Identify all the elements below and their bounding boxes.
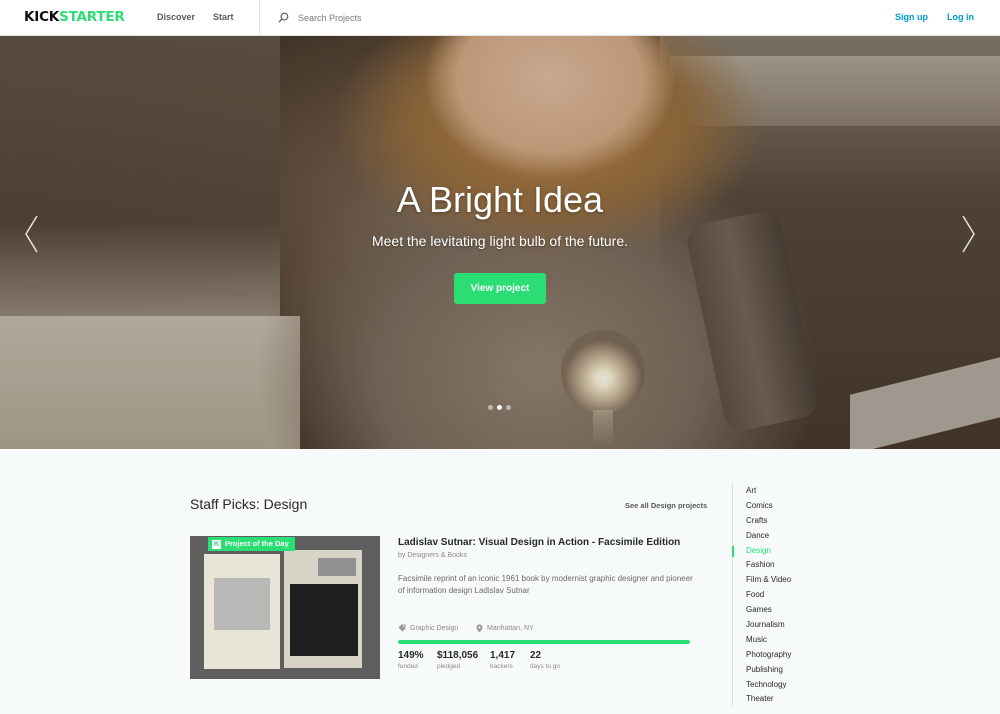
category-item-music[interactable]: Music [733,633,852,648]
category-item-theater[interactable]: Theater [733,692,852,707]
hero-title: A Bright Idea [396,179,604,220]
stat-pledged-label: pledged [437,663,461,670]
stat-backers: 1,417 backers [490,650,515,670]
hero-banner: A Bright Idea Meet the levitating light … [0,36,1000,449]
category-item-design[interactable]: Design [732,544,852,559]
stat-funded: 149% funded [398,650,424,670]
category-item-film-video[interactable]: Film & Video [733,573,852,588]
search-box[interactable] [278,8,518,28]
signup-link[interactable]: Sign up [895,12,928,22]
staff-picks-heading: Staff Picks: Design [190,496,308,512]
nav-start[interactable]: Start [213,12,234,22]
kickstarter-logo[interactable]: KICKSTARTER [24,10,125,25]
slide-dot-3[interactable] [506,405,511,410]
header-divider [259,0,260,36]
stat-pledged: $118,056 pledged [437,650,478,670]
project-description: Facsimile reprint of an iconic 1961 book… [398,574,693,595]
book-dark-panel [290,584,358,656]
funding-progress-fill [398,640,690,644]
project-location-label: Manhattan, NY [487,625,534,632]
prev-slide-arrow-icon[interactable] [22,214,42,254]
stat-funded-label: funded [398,663,418,670]
category-item-journalism[interactable]: Journalism [733,618,852,633]
kickstarter-k-icon: K [212,539,221,549]
category-item-games[interactable]: Games [733,603,852,618]
stat-backers-label: backers [490,663,513,670]
book-figure [214,578,270,630]
logo-starter: STARTER [59,9,125,25]
search-icon [278,12,289,23]
slide-dot-1[interactable] [488,405,493,410]
nav-discover[interactable]: Discover [157,12,195,22]
next-slide-arrow-icon[interactable] [958,214,978,254]
stat-days-label: days to go [530,663,560,670]
stat-pledged-value: $118,056 [437,650,479,661]
category-item-fashion[interactable]: Fashion [733,558,852,573]
project-category[interactable]: Graphic Design [398,624,458,632]
category-list: Art Comics Crafts Dance Design Fashion Film & … [732,484,852,708]
location-pin-icon [476,624,483,633]
project-category-label: Graphic Design [410,624,459,632]
category-item-crafts[interactable]: Crafts [733,514,852,529]
tag-icon [398,624,406,632]
site-header: KICKSTARTER Discover Start Sign up Log i… [0,0,1000,36]
badge-label: Project of the Day [225,539,289,548]
view-project-button[interactable]: View project [454,273,546,304]
slide-dot-2[interactable] [497,405,502,410]
book-figure-top [318,558,356,576]
login-link[interactable]: Log in [947,12,974,22]
project-title[interactable]: Ladislav Sutnar: Visual Design in Action… [398,537,680,548]
category-item-photography[interactable]: Photography [733,648,852,663]
logo-kick: KICK [24,9,60,25]
project-creator: by Designers & Books [398,552,467,559]
category-item-dance[interactable]: Dance [733,529,852,544]
category-item-technology[interactable]: Technology [733,678,852,693]
search-input[interactable] [298,10,498,26]
see-all-design-link[interactable]: See all Design projects [625,501,707,510]
hero-subtitle: Meet the levitating light bulb of the fu… [371,233,629,249]
category-item-food[interactable]: Food [733,588,852,603]
project-of-the-day-badge: K Project of the Day [208,537,295,551]
stat-funded-value: 149% [398,650,424,661]
stat-backers-value: 1,417 [490,650,516,661]
funding-progress-bar [398,640,690,644]
category-item-art[interactable]: Art [733,484,852,499]
project-location[interactable]: Manhattan, NY [476,624,534,633]
project-image[interactable] [190,536,380,679]
stat-days-value: 22 [530,650,542,661]
category-item-comics[interactable]: Comics [733,499,852,514]
stat-days-to-go: 22 days to go [530,650,560,670]
category-item-publishing[interactable]: Publishing [733,663,852,678]
